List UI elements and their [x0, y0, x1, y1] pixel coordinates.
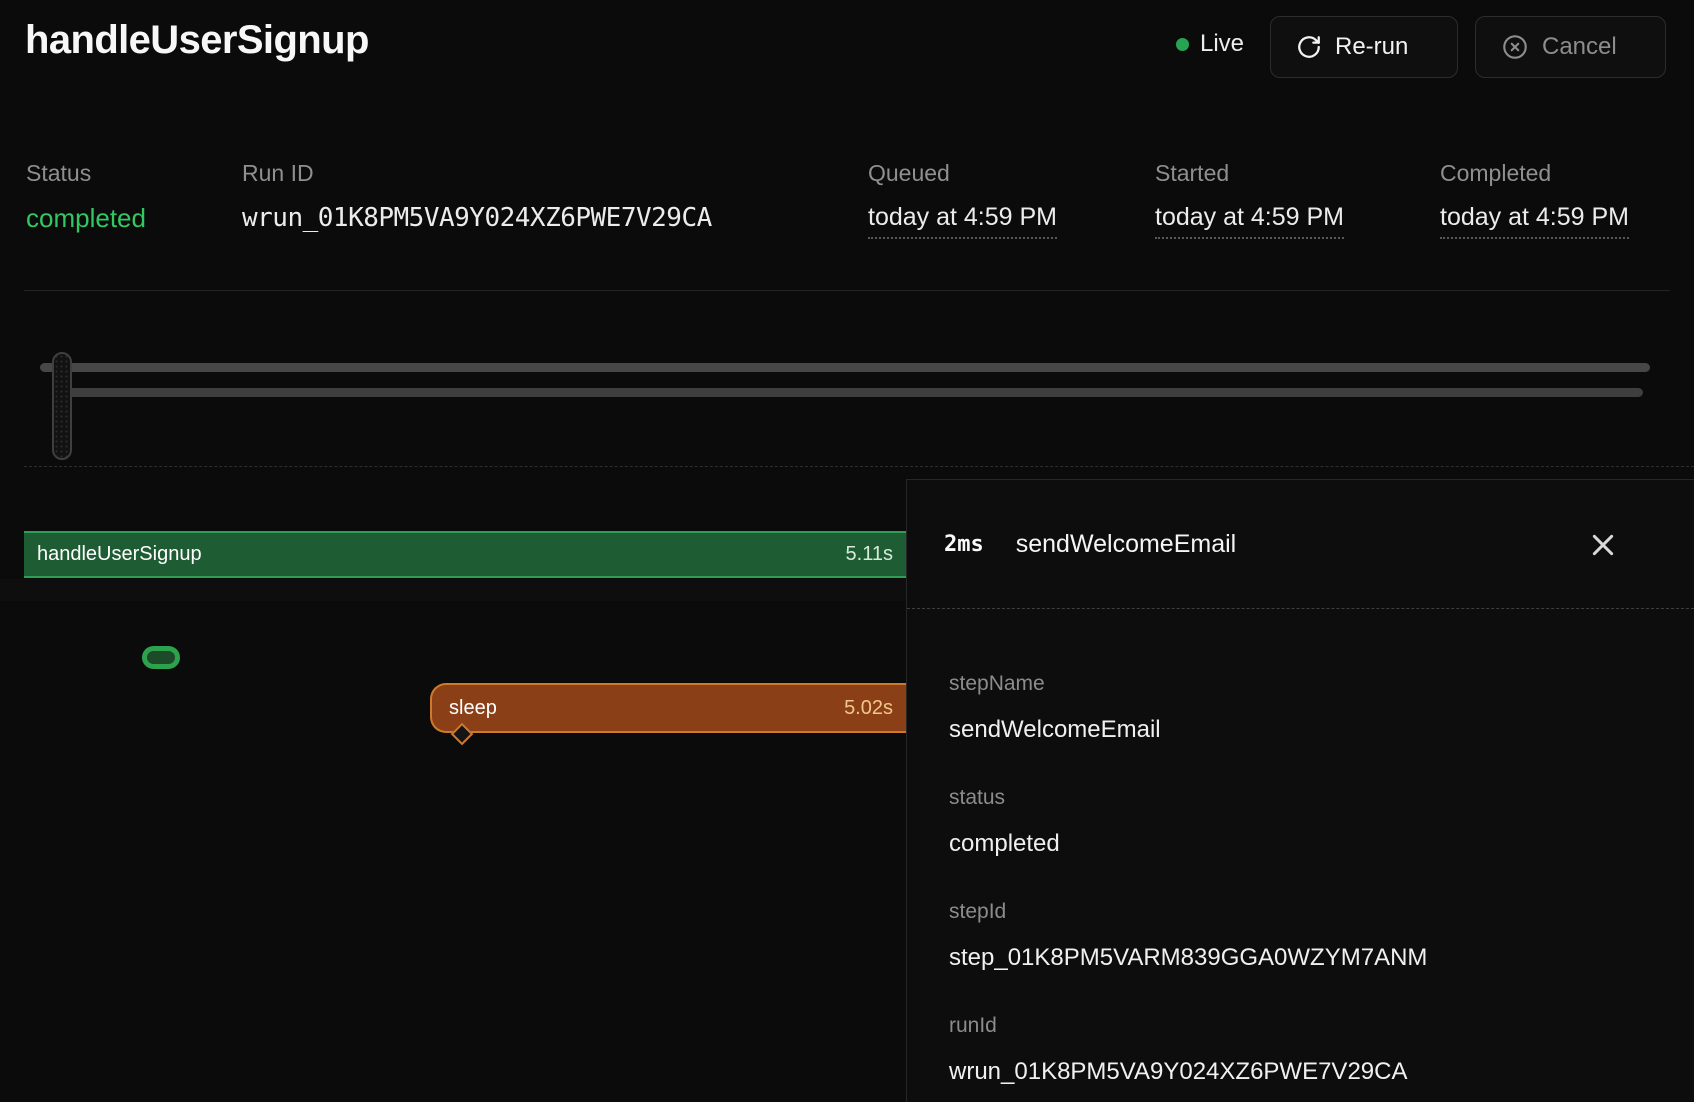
gantt-bar-sleep[interactable]: sleep 5.02s [430, 683, 906, 733]
field-step-name: stepName sendWelcomeEmail [949, 669, 1658, 747]
timeline-scrubber-handle[interactable] [52, 352, 72, 460]
header-divider [24, 290, 1670, 291]
live-label: Live [1200, 30, 1244, 58]
minimap-span-sleep[interactable] [58, 388, 1643, 397]
panel-close-button[interactable] [1585, 527, 1621, 563]
gantt-bar-workflow-duration: 5.11s [846, 543, 893, 566]
field-label: stepId [949, 897, 1658, 927]
field-value: wrun_01K8PM5VA9Y024XZ6PWE7V29CA [949, 1055, 1658, 1089]
page-title: handleUserSignup [25, 18, 369, 63]
status-label: Status [26, 160, 91, 187]
step-duration-badge: 2ms [944, 532, 984, 557]
cancel-circle-x-icon [1501, 33, 1529, 61]
live-indicator: Live [1176, 30, 1244, 58]
cancel-button[interactable]: Cancel [1475, 16, 1666, 78]
gantt-bar-workflow[interactable]: handleUserSignup 5.11s [24, 531, 906, 578]
gantt-bar-sleep-duration: 5.02s [844, 697, 893, 720]
step-detail-panel: 2ms sendWelcomeEmail stepName sendWelcom… [906, 479, 1694, 1102]
field-label: stepName [949, 669, 1658, 699]
step-detail-title: sendWelcomeEmail [1016, 530, 1236, 559]
minimap-span-workflow[interactable] [40, 363, 1650, 372]
workflow-run-page: handleUserSignup Live Re-run Cancel Stat… [0, 0, 1694, 1102]
field-value: sendWelcomeEmail [949, 713, 1658, 747]
live-dot-icon [1176, 38, 1189, 51]
field-value: step_01K8PM5VARM839GGA0WZYM7ANM [949, 941, 1658, 975]
close-icon [1587, 529, 1619, 561]
field-label: status [949, 783, 1658, 813]
panel-header-divider [907, 608, 1694, 609]
started-timestamp: today at 4:59 PM [1155, 203, 1344, 239]
status-badge: completed [26, 203, 146, 234]
field-status: status completed [949, 783, 1658, 861]
field-step-id: stepId step_01K8PM5VARM839GGA0WZYM7ANM [949, 897, 1658, 975]
field-label: runId [949, 1011, 1658, 1041]
step-detail-fields: stepName sendWelcomeEmail status complet… [949, 669, 1658, 1102]
gantt-bar-workflow-label: handleUserSignup [37, 543, 202, 566]
step-detail-header: 2ms sendWelcomeEmail [907, 480, 1694, 608]
run-id-value: wrun_01K8PM5VA9Y024XZ6PWE7V29CA [242, 203, 712, 233]
field-run-id: runId wrun_01K8PM5VA9Y024XZ6PWE7V29CA [949, 1011, 1658, 1089]
queued-timestamp: today at 4:59 PM [868, 203, 1057, 239]
started-label: Started [1155, 160, 1229, 187]
gantt-step-pill-send-welcome-email[interactable] [142, 646, 180, 669]
rerun-button-label: Re-run [1335, 33, 1408, 61]
run-id-label: Run ID [242, 160, 314, 187]
cancel-button-label: Cancel [1542, 33, 1617, 61]
gantt-top-border [24, 466, 1694, 467]
gantt-row-highlight [0, 579, 906, 601]
refresh-icon [1296, 34, 1322, 60]
field-value: completed [949, 827, 1658, 861]
gantt-bar-sleep-label: sleep [449, 697, 497, 720]
queued-label: Queued [868, 160, 950, 187]
completed-label: Completed [1440, 160, 1551, 187]
completed-timestamp: today at 4:59 PM [1440, 203, 1629, 239]
rerun-button[interactable]: Re-run [1270, 16, 1458, 78]
